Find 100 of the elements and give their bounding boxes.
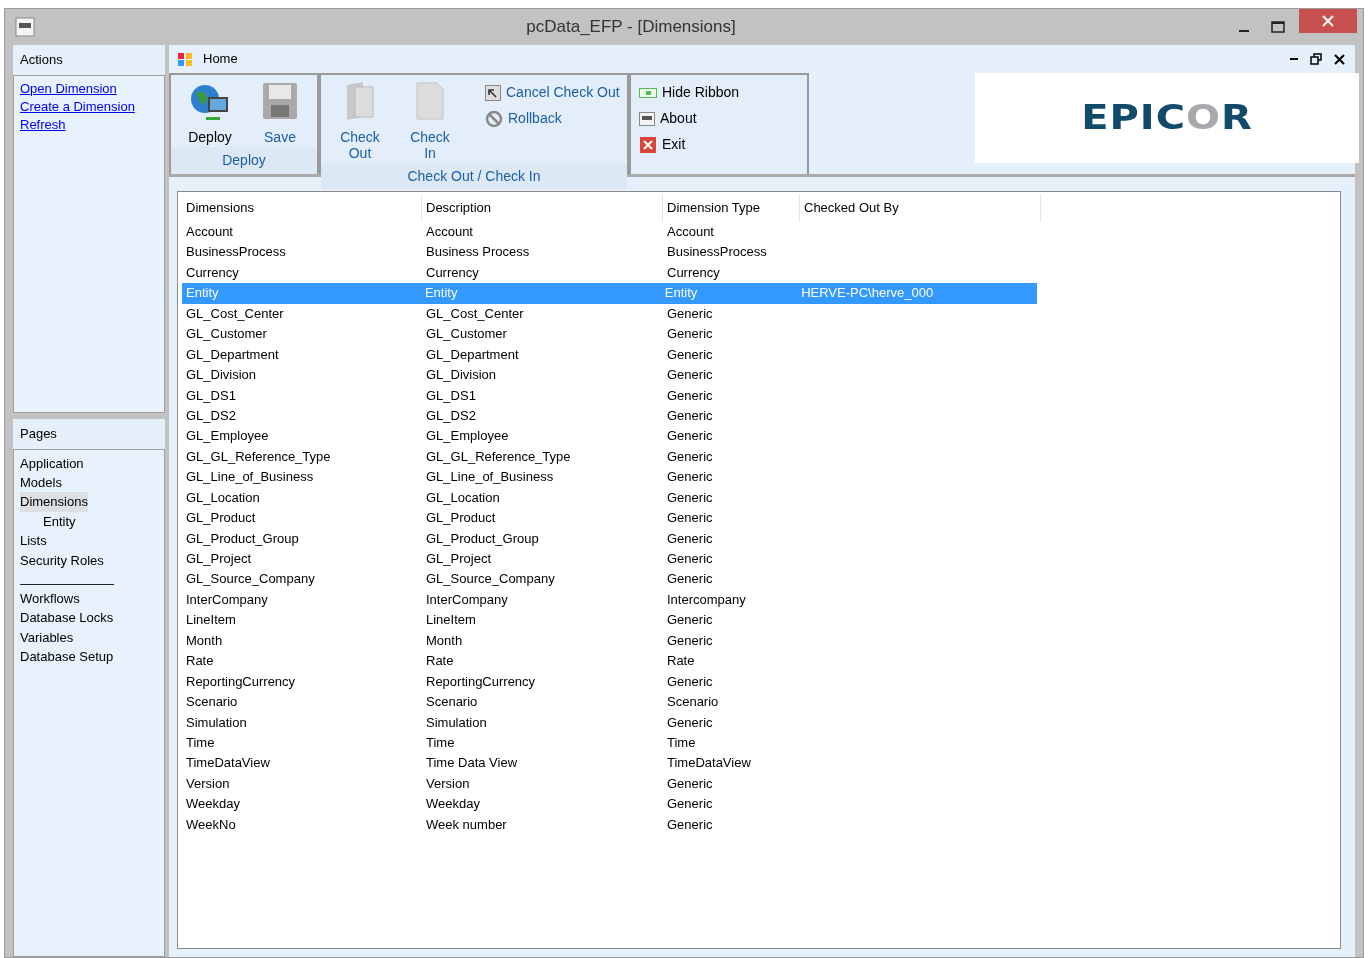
table-cell: GL_Product xyxy=(186,510,256,526)
table-cell: GL_Employee xyxy=(426,428,509,444)
table-cell: Generic xyxy=(667,673,713,689)
table-cell: Generic xyxy=(667,489,713,505)
table-cell: Generic xyxy=(667,775,713,791)
table-cell: Currency xyxy=(667,264,720,280)
table-cell: Generic xyxy=(667,469,713,485)
table-cell: GL_Location xyxy=(186,489,260,505)
table-cell: GL_Location xyxy=(426,489,500,505)
page-item[interactable]: Database Locks xyxy=(20,610,114,626)
table-cell: Weekday xyxy=(186,796,240,812)
table-cell: LineItem xyxy=(426,612,476,628)
table-cell: Intercompany xyxy=(667,591,746,607)
table-cell: Time Data View xyxy=(426,755,518,771)
table-cell: InterCompany xyxy=(426,591,508,607)
table-cell: Generic xyxy=(667,387,713,403)
table-cell: GL_DS1 xyxy=(426,387,476,403)
table-cell: Generic xyxy=(667,326,713,342)
page-item[interactable]: Security Roles xyxy=(20,552,104,568)
column-header[interactable]: Dimension Type xyxy=(663,194,800,222)
table-cell: Scenario xyxy=(186,694,238,710)
table-cell: ReportingCurrency xyxy=(186,673,296,689)
table-cell: Generic xyxy=(667,367,713,383)
close-button[interactable] xyxy=(1299,9,1357,33)
table-cell: Time xyxy=(667,734,696,750)
table-cell: GL_Project xyxy=(186,551,252,566)
table-cell: ReportingCurrency xyxy=(426,673,536,689)
table-cell: GL_Cost_Center xyxy=(426,305,524,321)
ribbon-button[interactable]: Hide Ribbon xyxy=(637,81,742,104)
table-cell: Currency xyxy=(186,264,239,280)
table-cell: Generic xyxy=(667,632,713,648)
table-cell: GL_Division xyxy=(186,367,257,383)
home-tab[interactable]: Home xyxy=(203,49,238,69)
ribbon-button[interactable]: About xyxy=(637,107,742,130)
table-cell: Generic xyxy=(667,305,713,321)
table-cell: TimeDataView xyxy=(186,755,270,771)
page-item[interactable]: Lists xyxy=(20,533,47,549)
action-link[interactable]: Open Dimension xyxy=(20,79,158,98)
table-cell: GL_Product_Group xyxy=(426,530,539,546)
table-cell: Generic xyxy=(667,530,713,546)
page-item[interactable]: Application xyxy=(20,455,84,471)
table-cell: Generic xyxy=(667,346,713,362)
table-cell: Time xyxy=(426,734,455,750)
table-cell: GL_Source_Company xyxy=(186,571,315,587)
ribbon-button[interactable]: Deploy xyxy=(177,77,243,145)
table-cell: GL_GL_Reference_Type xyxy=(426,448,571,464)
table-cell: Simulation xyxy=(186,714,247,730)
table-cell: Generic xyxy=(667,714,713,730)
table-cell: LineItem xyxy=(186,612,236,628)
prohibited-icon xyxy=(485,109,503,128)
table-cell: Entity xyxy=(424,285,458,301)
table-cell: Generic xyxy=(667,796,713,812)
table-cell: TimeDataView xyxy=(667,755,751,771)
ribbon-toggle-icon xyxy=(639,87,657,98)
page-item[interactable]: Database Setup xyxy=(20,649,114,665)
table-cell: Account xyxy=(667,224,714,239)
table-cell: Generic xyxy=(667,448,713,464)
logo-text: EPICOR xyxy=(1081,101,1253,135)
table-cell: Rate xyxy=(186,653,214,669)
page-item[interactable]: Models xyxy=(20,474,62,490)
action-link[interactable]: Create a Dimension xyxy=(20,97,158,116)
table-cell: Currency xyxy=(426,264,479,280)
table-cell: GL_Line_of_Business xyxy=(186,469,314,485)
table-cell: Generic xyxy=(667,612,713,628)
table-cell: Generic xyxy=(667,571,713,587)
page-item[interactable]: Entity xyxy=(43,513,76,529)
table-cell: Account xyxy=(426,224,473,239)
table-cell: Generic xyxy=(667,510,713,526)
table-cell: GL_DS2 xyxy=(186,407,236,423)
restore-icon xyxy=(1310,53,1322,65)
group-label: Check Out / Check In xyxy=(321,163,627,189)
table-cell: Time xyxy=(186,734,215,750)
table-cell: GL_Division xyxy=(426,367,497,383)
app-icon xyxy=(15,17,35,37)
table-cell: GL_Project xyxy=(426,551,492,566)
table-cell: BusinessProcess xyxy=(667,244,767,260)
close-icon xyxy=(1322,15,1334,27)
home-tab-icon xyxy=(177,51,193,67)
table-cell: Entity xyxy=(664,285,698,301)
column-header[interactable]: Checked Out By xyxy=(800,194,1041,222)
column-header[interactable]: Dimensions xyxy=(182,194,422,222)
page-item[interactable]: Workflows xyxy=(20,590,80,606)
table-cell: GL_Cost_Center xyxy=(186,305,284,321)
action-link[interactable]: Refresh xyxy=(20,115,158,134)
table-cell: GL_Customer xyxy=(186,326,267,342)
table-cell: Version xyxy=(426,775,470,791)
table-cell: GL_Employee xyxy=(186,428,269,444)
ribbon-button[interactable]: Exit xyxy=(637,133,742,156)
table-cell: GL_Department xyxy=(426,346,519,362)
window-title: pcData_EFP - [Dimensions] xyxy=(525,16,737,39)
column-header[interactable]: Description xyxy=(422,194,663,222)
table-cell: Weekday xyxy=(426,796,480,812)
table-cell: Rate xyxy=(426,653,454,669)
table-cell: GL_Line_of_Business xyxy=(426,469,554,485)
table-cell: BusinessProcess xyxy=(186,244,286,260)
page-item[interactable]: Variables xyxy=(20,629,74,645)
page-item[interactable]: Dimensions xyxy=(20,492,88,512)
table-cell: Generic xyxy=(667,407,713,423)
table-cell: InterCompany xyxy=(186,591,268,607)
table-cell: Business Process xyxy=(426,244,530,260)
